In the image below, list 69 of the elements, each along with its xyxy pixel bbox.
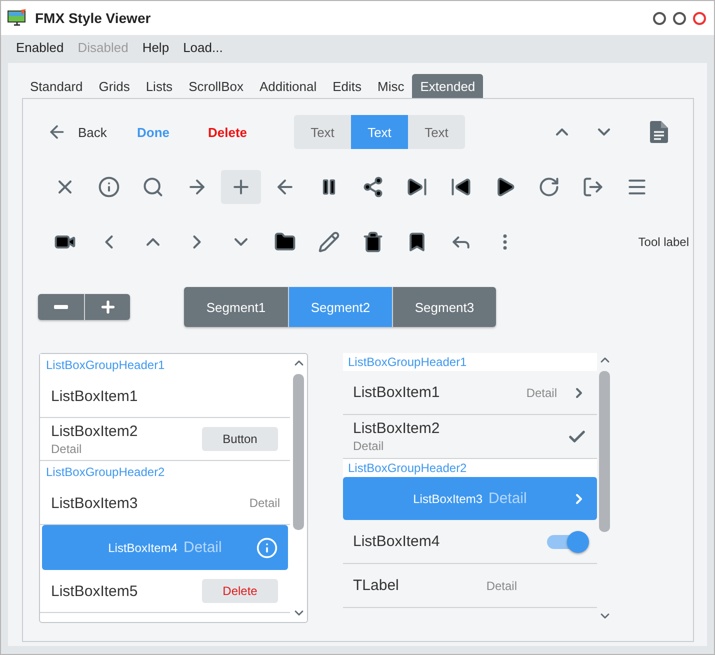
folder-icon[interactable] — [274, 231, 296, 253]
pause-icon[interactable] — [320, 178, 338, 196]
plus-icon — [98, 298, 116, 316]
tab[interactable]: ScrollBox — [180, 74, 252, 98]
item-title: ListBoxItem2 — [51, 422, 138, 440]
delete-button[interactable]: Delete — [202, 579, 278, 603]
back-label: Back — [78, 124, 107, 140]
tab[interactable]: Misc — [370, 74, 412, 98]
item-title: TLabel — [353, 577, 399, 594]
search-icon[interactable] — [142, 176, 164, 198]
pressed-tool-button[interactable] — [221, 170, 261, 204]
close-icon[interactable] — [693, 12, 706, 24]
exit-icon[interactable] — [582, 176, 604, 198]
menu-item[interactable]: Load... — [176, 40, 230, 54]
item-title: ListBoxItem3 — [51, 494, 138, 512]
item-title: ListBoxItem4 — [108, 541, 178, 555]
menu-item[interactable]: Help — [135, 40, 176, 54]
item-title: ListBoxItem2 — [353, 420, 440, 437]
trash-icon[interactable] — [362, 231, 384, 253]
scrollbar-thumb[interactable] — [293, 374, 304, 530]
document-icon[interactable] — [650, 121, 668, 143]
selected-list-item[interactable]: ListBoxItem4 Detail — [42, 525, 288, 570]
item-detail: Detail — [486, 578, 517, 592]
item-title: ListBoxItem1 — [353, 384, 440, 401]
group-header: ListBoxGroupHeader1 — [343, 353, 597, 371]
minus-icon — [54, 305, 68, 309]
item-detail: Detail — [184, 539, 222, 556]
tab[interactable]: Grids — [90, 74, 138, 98]
increment-button[interactable] — [84, 294, 130, 320]
segment-button[interactable]: Segment1 — [184, 287, 288, 327]
tab[interactable]: Standard — [22, 74, 91, 98]
item-button[interactable]: Button — [202, 427, 278, 451]
tab[interactable]: Additional — [251, 74, 325, 98]
refresh-icon[interactable] — [538, 176, 560, 198]
segment-button[interactable]: Text — [294, 115, 351, 149]
tab[interactable]: Extended — [412, 74, 484, 98]
app-icon — [7, 9, 27, 27]
maximize-icon[interactable] — [673, 12, 686, 24]
item-detail: Detail — [526, 386, 557, 400]
info-icon[interactable] — [98, 176, 120, 198]
menu-item[interactable]: Enabled — [9, 40, 71, 54]
item-detail: Detail — [51, 442, 83, 456]
segment-button[interactable]: Text — [408, 115, 465, 149]
group-header: ListBoxGroupHeader2 — [343, 459, 597, 477]
pencil-icon[interactable] — [318, 231, 340, 253]
share-icon[interactable] — [362, 176, 384, 198]
item-detail: Detail — [488, 490, 527, 507]
segment-button[interactable]: Segment2 — [288, 287, 392, 327]
done-button[interactable]: Done — [137, 120, 170, 144]
item-title: ListBoxItem3 — [413, 492, 482, 506]
item-title: ListBoxItem5 — [51, 582, 138, 600]
tool-label: Tool label — [638, 235, 689, 249]
selected-list-item[interactable]: ListBoxItem3 Detail — [343, 477, 597, 520]
item-detail: Detail — [353, 439, 385, 453]
window-title: FMX Style Viewer — [35, 10, 151, 26]
item-detail: Detail — [249, 496, 280, 510]
delete-button[interactable]: Delete — [208, 120, 248, 144]
back-button[interactable]: Back — [41, 118, 113, 146]
skip-forward-icon[interactable] — [406, 176, 428, 198]
minimize-icon[interactable] — [653, 12, 666, 24]
tab[interactable]: Edits — [324, 74, 370, 98]
item-title: ListBoxItem1 — [51, 388, 138, 404]
segment-button[interactable]: Text — [351, 115, 408, 149]
skip-back-icon[interactable] — [450, 176, 472, 198]
scrollbar-thumb[interactable] — [599, 371, 610, 532]
segment-button[interactable]: Segment3 — [392, 287, 496, 327]
item-title: ListBoxItem4 — [353, 533, 440, 550]
tab[interactable]: Lists — [138, 74, 181, 98]
decrement-button[interactable] — [38, 294, 84, 320]
